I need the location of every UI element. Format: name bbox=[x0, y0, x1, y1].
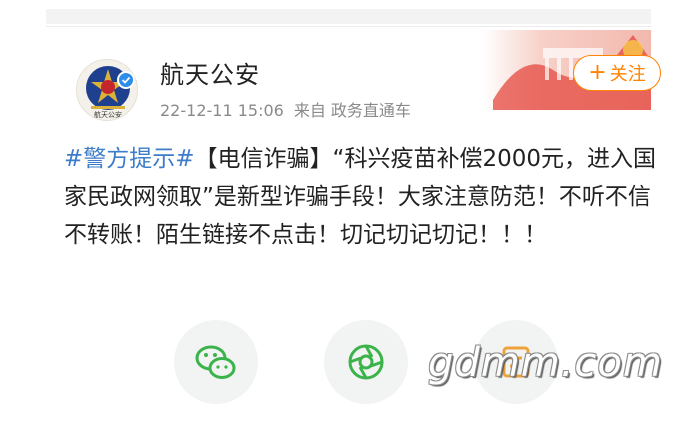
top-strip bbox=[0, 0, 695, 26]
account-name[interactable]: 航天公安 bbox=[160, 55, 260, 90]
hashtag-link[interactable]: #警方提示# bbox=[64, 146, 195, 172]
wechat-icon bbox=[195, 345, 236, 379]
plus-icon: + bbox=[588, 60, 607, 85]
previous-card-edge bbox=[46, 9, 651, 24]
follow-button[interactable]: + 关注 bbox=[573, 55, 661, 91]
site-watermark: gdmm.com bbox=[428, 340, 663, 386]
post-meta: 22-12-11 15:06 来自 政务直通车 bbox=[160, 97, 411, 121]
post-text: #警方提示#【电信诈骗】“科兴疫苗补偿2000元，进入国家民政网领取”是新型诈骗… bbox=[64, 140, 664, 254]
post-source: 来自 政务直通车 bbox=[293, 101, 411, 120]
post-date: 22-12-11 15:06 bbox=[160, 101, 284, 120]
verified-badge-icon bbox=[117, 71, 135, 89]
share-moments-button[interactable] bbox=[324, 320, 408, 404]
avatar-caption: 航天公安 bbox=[94, 111, 122, 119]
avatar[interactable]: 航天公安 bbox=[76, 59, 138, 121]
moments-icon bbox=[348, 344, 384, 380]
follow-label: 关注 bbox=[609, 64, 646, 85]
divider bbox=[46, 26, 651, 27]
share-wechat-button[interactable] bbox=[174, 320, 258, 404]
